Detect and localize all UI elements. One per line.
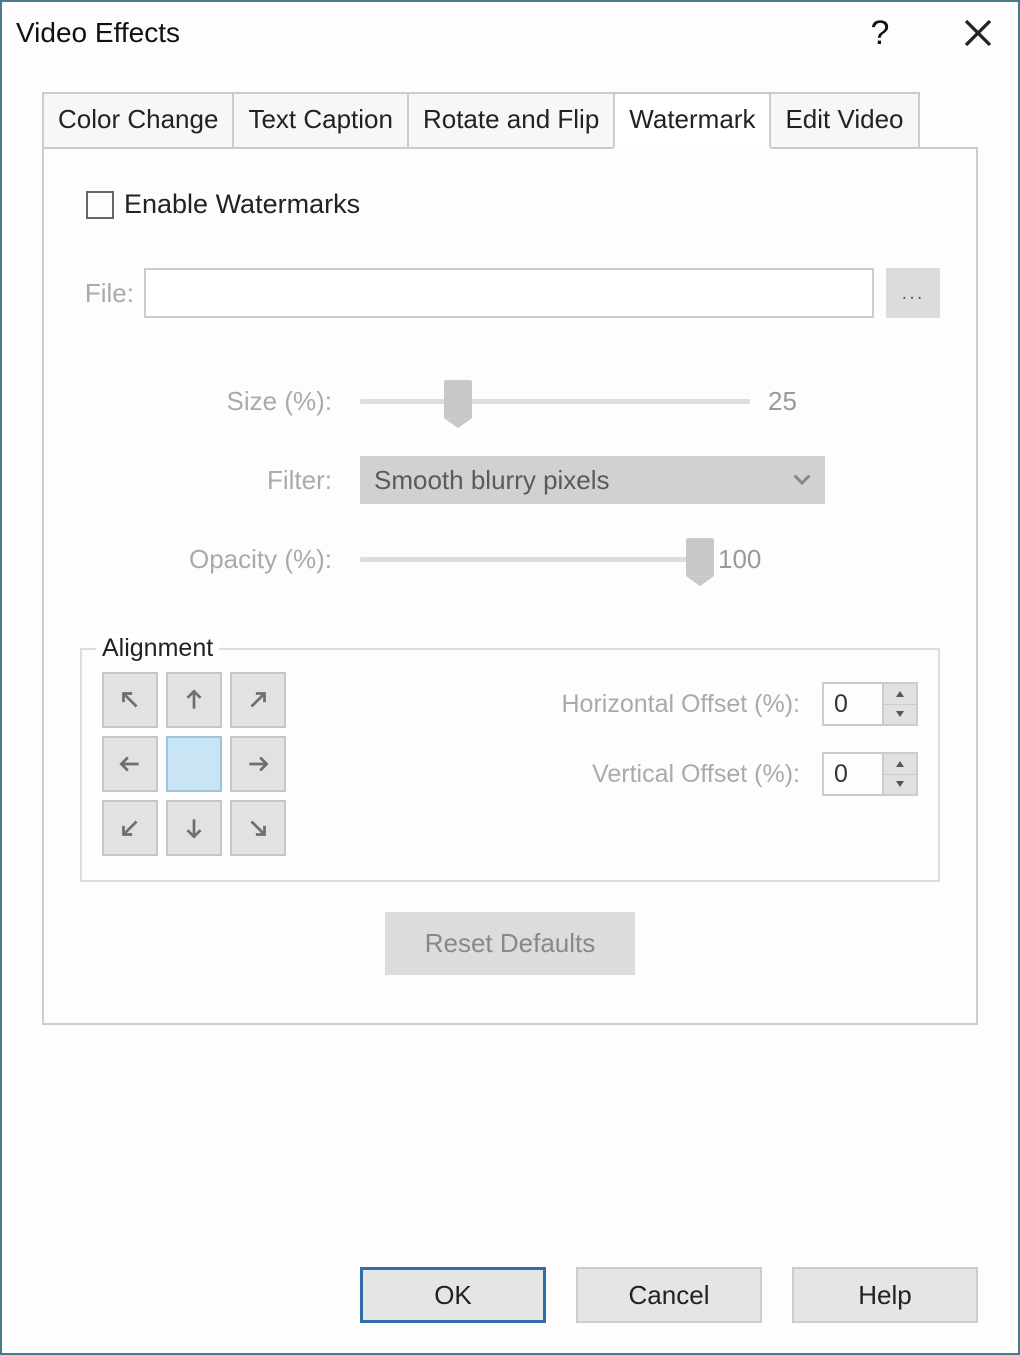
tab-color-change[interactable]: Color Change <box>42 92 234 149</box>
alignment-legend: Alignment <box>96 634 219 663</box>
tab-watermark[interactable]: Watermark <box>613 92 771 149</box>
help-button[interactable]: Help <box>792 1267 978 1323</box>
file-input[interactable] <box>144 268 874 318</box>
v-offset-up[interactable] <box>884 754 916 775</box>
tab-edit-video[interactable]: Edit Video <box>769 92 919 149</box>
size-label: Size (%): <box>80 386 360 417</box>
filter-selected-value: Smooth blurry pixels <box>374 465 610 496</box>
reset-defaults-button[interactable]: Reset Defaults <box>385 912 636 975</box>
align-top-left[interactable] <box>102 672 158 728</box>
align-bottom-center[interactable] <box>166 800 222 856</box>
window-title: Video Effects <box>16 17 856 49</box>
enable-watermarks-checkbox[interactable] <box>86 191 114 219</box>
v-offset-down[interactable] <box>884 775 916 795</box>
h-offset-input[interactable]: 0 <box>822 682 884 726</box>
h-offset-label: Horizontal Offset (%): <box>332 690 822 719</box>
align-top-center[interactable] <box>166 672 222 728</box>
chevron-down-icon <box>895 710 905 718</box>
cancel-button[interactable]: Cancel <box>576 1267 762 1323</box>
chevron-up-icon <box>895 760 905 768</box>
h-offset-up[interactable] <box>884 684 916 705</box>
filter-dropdown[interactable]: Smooth blurry pixels <box>360 456 825 504</box>
size-slider[interactable] <box>360 374 750 428</box>
align-middle-center[interactable] <box>166 736 222 792</box>
opacity-label: Opacity (%): <box>80 544 360 575</box>
tab-text-caption[interactable]: Text Caption <box>232 92 409 149</box>
h-offset-down[interactable] <box>884 705 916 725</box>
browse-button[interactable]: ... <box>886 268 940 318</box>
ok-button[interactable]: OK <box>360 1267 546 1323</box>
opacity-value: 100 <box>718 544 772 575</box>
align-middle-left[interactable] <box>102 736 158 792</box>
opacity-slider[interactable] <box>360 532 700 586</box>
file-label: File: <box>80 278 144 309</box>
filter-label: Filter: <box>80 465 360 496</box>
close-icon[interactable] <box>954 9 1002 57</box>
chevron-down-icon <box>793 471 811 489</box>
tab-rotate-and-flip[interactable]: Rotate and Flip <box>407 92 615 149</box>
enable-watermarks-label: Enable Watermarks <box>124 189 360 220</box>
align-middle-right[interactable] <box>230 736 286 792</box>
align-bottom-left[interactable] <box>102 800 158 856</box>
size-value: 25 <box>768 386 822 417</box>
align-top-right[interactable] <box>230 672 286 728</box>
help-icon[interactable]: ? <box>856 9 904 57</box>
chevron-up-icon <box>895 690 905 698</box>
align-bottom-right[interactable] <box>230 800 286 856</box>
v-offset-input[interactable]: 0 <box>822 752 884 796</box>
chevron-down-icon <box>895 780 905 788</box>
v-offset-label: Vertical Offset (%): <box>332 760 822 789</box>
